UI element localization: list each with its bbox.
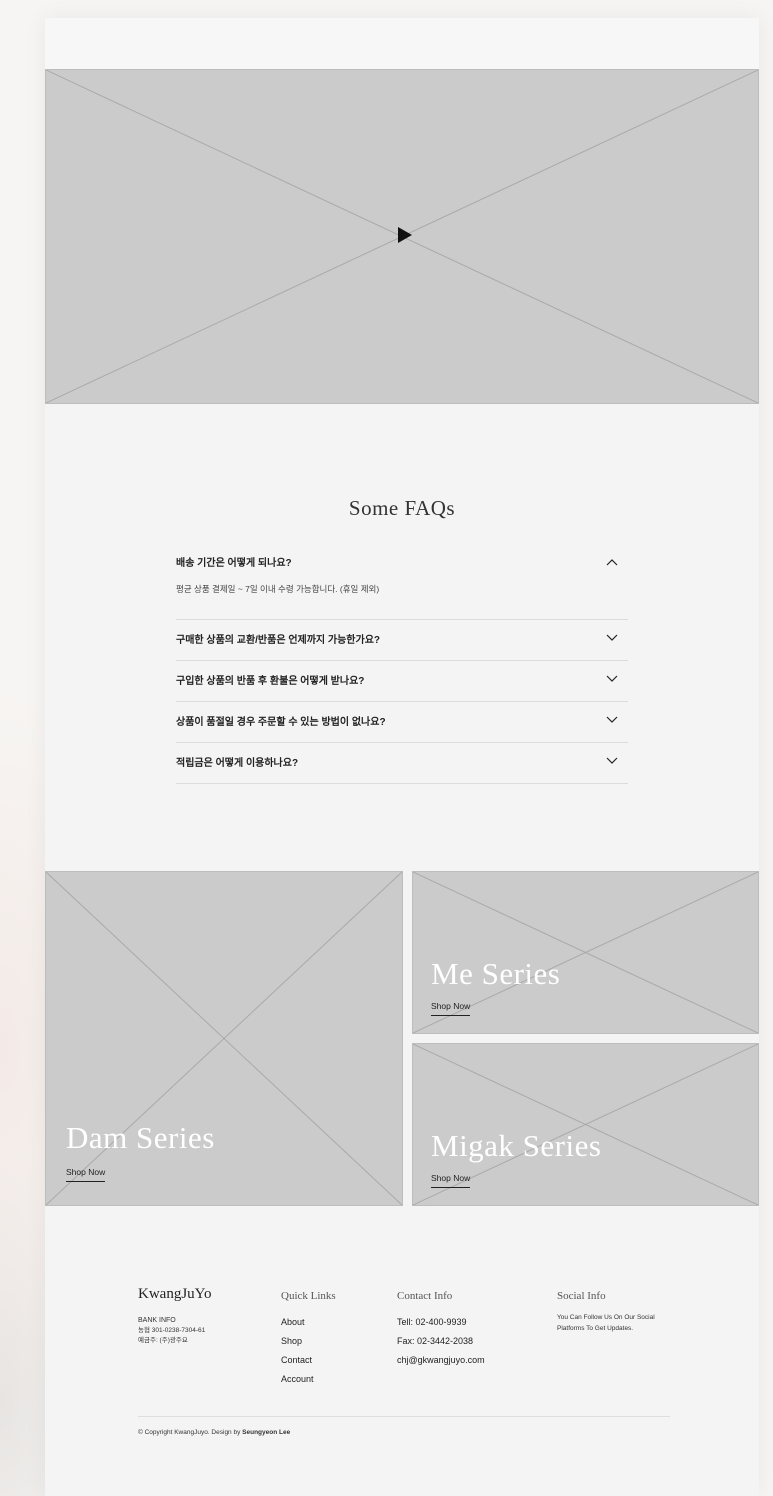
faq-list: 배송 기간은 어떻게 되나요? 평균 상품 결제일 ~ 7일 이내 수령 가능합… [176, 548, 628, 784]
header-bar [45, 18, 759, 70]
chevron-down-icon[interactable] [606, 757, 618, 765]
copyright-prefix: © Copyright KwangJuyo. Design by [138, 1429, 243, 1436]
series-title: Me Series [431, 956, 561, 991]
shop-now-link[interactable]: Shop Now [431, 1173, 471, 1188]
quick-links-title: Quick Links [281, 1290, 336, 1302]
footer-link-shop[interactable]: Shop [281, 1332, 314, 1351]
footer-logo[interactable]: KwangJuYo [138, 1286, 212, 1303]
page-canvas: Some FAQs 배송 기간은 어떻게 되나요? 평균 상품 결제일 ~ 7일… [45, 18, 759, 1496]
social-info-text: You Can Follow Us On Our Social Platform… [557, 1314, 655, 1332]
footer-link-about[interactable]: About [281, 1313, 314, 1332]
series-card-dam[interactable]: Dam Series Shop Now [45, 871, 403, 1206]
bank-info-title: BANK INFO [138, 1317, 176, 1324]
faq-title: Some FAQs [348, 496, 456, 520]
series-title: Migak Series [431, 1128, 602, 1163]
bank-info: BANK INFO 농협 301-0238-7304-61 예금주: (주)광주… [138, 1316, 205, 1346]
faq-question: 상품이 품절일 경우 주문할 수 있는 방법이 없나요? [176, 717, 386, 728]
shop-now-link[interactable]: Shop Now [431, 1001, 471, 1016]
play-icon[interactable] [398, 227, 412, 243]
faq-question: 배송 기간은 어떻게 되나요? [176, 558, 292, 569]
chevron-down-icon[interactable] [606, 634, 618, 642]
faq-item[interactable]: 구입한 상품의 반품 후 환불은 어떻게 받나요? [176, 661, 628, 702]
video-placeholder[interactable] [45, 69, 759, 404]
faq-question: 구입한 상품의 반품 후 환불은 어떻게 받나요? [176, 676, 365, 687]
quick-links: About Shop Contact Account [281, 1313, 314, 1389]
faq-question: 적립금은 어떻게 이용하나요? [176, 758, 299, 769]
copyright: © Copyright KwangJuyo. Design by Seungye… [138, 1429, 290, 1436]
bank-account: 농협 301-0238-7304-61 [138, 1327, 206, 1334]
series-title: Dam Series [66, 1120, 215, 1155]
bank-holder: 예금주: (주)광주요 [138, 1337, 188, 1344]
series-card-migak[interactable]: Migak Series Shop Now [412, 1043, 759, 1206]
series-card-me[interactable]: Me Series Shop Now [412, 871, 759, 1034]
contact-tel: Tell: 02-400-9939 [397, 1317, 467, 1327]
copyright-author: Seungyeon Lee [242, 1429, 291, 1436]
chevron-down-icon[interactable] [606, 716, 618, 724]
contact-email[interactable]: chj@gkwangjuyo.com [397, 1351, 485, 1370]
social-info-title: Social Info [557, 1290, 606, 1302]
shop-now-link[interactable]: Shop Now [66, 1167, 106, 1182]
faq-item[interactable]: 배송 기간은 어떻게 되나요? 평균 상품 결제일 ~ 7일 이내 수령 가능합… [176, 548, 628, 620]
contact-fax: Fax: 02-3442-2038 [397, 1336, 474, 1346]
faq-question: 구매한 상품의 교환/반품은 언제까지 가능한가요? [176, 635, 380, 646]
chevron-down-icon[interactable] [606, 675, 618, 683]
footer-divider [138, 1416, 670, 1417]
chevron-up-icon[interactable] [606, 558, 618, 566]
faq-answer: 평균 상품 결제일 ~ 7일 이내 수령 가능합니다. (휴일 제외) [176, 584, 380, 594]
faq-item[interactable]: 적립금은 어떻게 이용하나요? [176, 743, 628, 784]
contact-info: Tell: 02-400-9939 Fax: 02-3442-2038 chj@… [397, 1313, 485, 1370]
footer-link-contact[interactable]: Contact [281, 1351, 314, 1370]
footer-link-account[interactable]: Account [281, 1370, 314, 1389]
faq-item[interactable]: 상품이 품절일 경우 주문할 수 있는 방법이 없나요? [176, 702, 628, 743]
faq-item[interactable]: 구매한 상품의 교환/반품은 언제까지 가능한가요? [176, 620, 628, 661]
contact-info-title: Contact Info [397, 1290, 453, 1302]
